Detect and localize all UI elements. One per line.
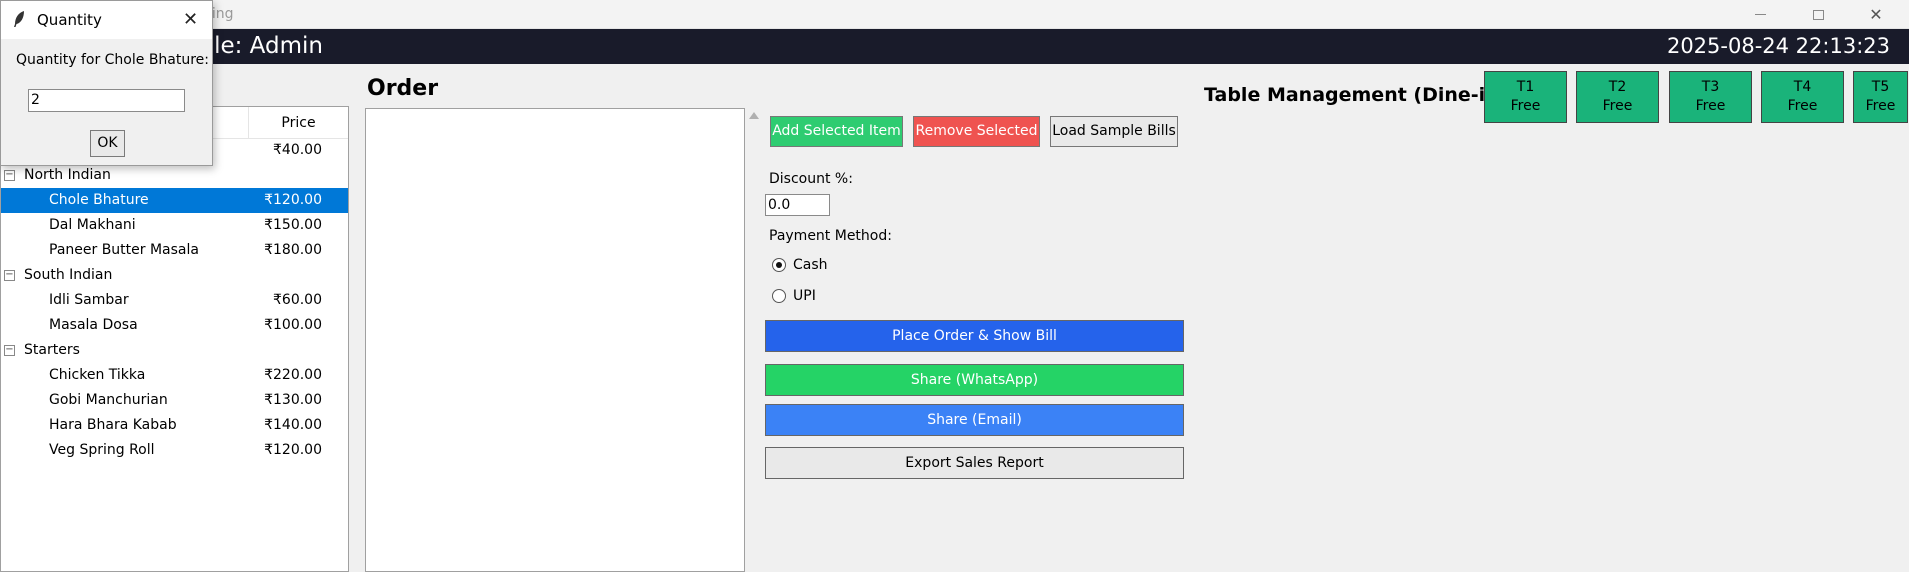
menu-item-name: Chole Bhature bbox=[49, 192, 149, 208]
table-status: Free bbox=[1865, 98, 1896, 114]
dialog-close-icon[interactable]: ✕ bbox=[183, 9, 198, 30]
menu-item-price: ₹120.00 bbox=[264, 192, 322, 208]
menu-item-price: ₹40.00 bbox=[273, 142, 322, 158]
quantity-input[interactable]: 2 bbox=[28, 89, 185, 112]
app-header: ole: Admin 2025-08-24 22:13:23 bbox=[0, 29, 1909, 64]
dialog-title: Quantity bbox=[37, 11, 102, 29]
remove-selected-button[interactable]: Remove Selected bbox=[913, 116, 1040, 147]
dialog-titlebar: Quantity ✕ bbox=[1, 1, 212, 39]
table-name: T5 bbox=[1871, 79, 1890, 95]
table-button-t3[interactable]: T3 Free bbox=[1669, 71, 1752, 123]
menu-item-row[interactable]: Veg Spring Roll ₹120.00 bbox=[1, 438, 348, 463]
discount-input[interactable]: 0.0 bbox=[765, 194, 830, 216]
share-whatsapp-button[interactable]: Share (WhatsApp) bbox=[765, 364, 1184, 396]
share-email-button[interactable]: Share (Email) bbox=[765, 404, 1184, 436]
menu-item-name: Veg Spring Roll bbox=[49, 442, 155, 458]
cash-radio-label[interactable]: Cash bbox=[793, 257, 828, 273]
menu-category-row[interactable]: − Starters bbox=[1, 338, 348, 363]
menu-item-name: Chicken Tikka bbox=[49, 367, 146, 383]
menu-item-price: ₹140.00 bbox=[264, 417, 322, 433]
menu-category-row[interactable]: − North Indian bbox=[1, 163, 348, 188]
menu-item-price: ₹100.00 bbox=[264, 317, 322, 333]
menu-item-name: Hara Bhara Kabab bbox=[49, 417, 177, 433]
minimize-button[interactable] bbox=[1737, 0, 1783, 29]
window-titlebar: ling ✕ bbox=[0, 0, 1909, 29]
price-column-header[interactable]: Price bbox=[248, 107, 348, 139]
menu-item-price: ₹120.00 bbox=[264, 442, 322, 458]
table-name: T4 bbox=[1793, 79, 1812, 95]
ok-button[interactable]: OK bbox=[90, 130, 125, 157]
menu-item-name: Masala Dosa bbox=[49, 317, 138, 333]
table-status: Free bbox=[1695, 98, 1726, 114]
table-status: Free bbox=[1787, 98, 1818, 114]
table-button-t5[interactable]: T5 Free bbox=[1853, 71, 1908, 123]
export-sales-report-button[interactable]: Export Sales Report bbox=[765, 447, 1184, 479]
menu-item-row[interactable]: Hara Bhara Kabab ₹140.00 bbox=[1, 413, 348, 438]
menu-tree[interactable]: Price Butter Naan₹40.00−North IndianChol… bbox=[0, 106, 349, 572]
add-selected-item-button[interactable]: Add Selected Item bbox=[770, 116, 903, 147]
payment-method-label: Payment Method: bbox=[769, 228, 892, 244]
order-title: Order bbox=[367, 76, 439, 101]
load-sample-bills-button[interactable]: Load Sample Bills bbox=[1050, 116, 1178, 147]
menu-item-row[interactable]: Idli Sambar ₹60.00 bbox=[1, 288, 348, 313]
cash-radio[interactable] bbox=[772, 258, 786, 272]
collapse-icon[interactable]: − bbox=[4, 170, 15, 181]
order-scrollbar[interactable] bbox=[745, 108, 762, 572]
place-order-button[interactable]: Place Order & Show Bill bbox=[765, 320, 1184, 352]
quantity-prompt: Quantity for Chole Bhature: bbox=[16, 52, 210, 68]
menu-item-row[interactable]: Paneer Butter Masala ₹180.00 bbox=[1, 238, 348, 263]
maximize-button[interactable] bbox=[1795, 0, 1841, 29]
discount-label: Discount %: bbox=[769, 171, 853, 187]
menu-item-row[interactable]: Chole Bhature ₹120.00 bbox=[1, 188, 348, 213]
menu-item-price: ₹130.00 bbox=[264, 392, 322, 408]
menu-item-row[interactable]: Masala Dosa ₹100.00 bbox=[1, 313, 348, 338]
menu-item-name: Idli Sambar bbox=[49, 292, 129, 308]
menu-category-row[interactable]: − South Indian bbox=[1, 263, 348, 288]
table-button-t4[interactable]: T4 Free bbox=[1761, 71, 1844, 123]
close-window-button[interactable]: ✕ bbox=[1853, 0, 1899, 29]
menu-item-name: Dal Makhani bbox=[49, 217, 136, 233]
datetime-display: 2025-08-24 22:13:23 bbox=[1666, 34, 1890, 58]
feather-icon bbox=[14, 11, 24, 27]
menu-item-price: ₹220.00 bbox=[264, 367, 322, 383]
menu-item-price: ₹180.00 bbox=[264, 242, 322, 258]
close-icon: ✕ bbox=[1869, 5, 1883, 24]
table-status: Free bbox=[1510, 98, 1541, 114]
menu-item-row[interactable]: Chicken Tikka ₹220.00 bbox=[1, 363, 348, 388]
user-role-label: ole: Admin bbox=[200, 33, 323, 59]
category-name: South Indian bbox=[24, 267, 113, 283]
menu-item-price: ₹60.00 bbox=[273, 292, 322, 308]
menu-item-row[interactable]: Gobi Manchurian ₹130.00 bbox=[1, 388, 348, 413]
scroll-up-arrow-icon[interactable] bbox=[749, 112, 759, 119]
table-button-t2[interactable]: T2 Free bbox=[1576, 71, 1659, 123]
quantity-dialog: Quantity ✕ Quantity for Chole Bhature: 2… bbox=[0, 0, 213, 166]
table-status: Free bbox=[1602, 98, 1633, 114]
table-name: T3 bbox=[1701, 79, 1720, 95]
menu-item-price: ₹150.00 bbox=[264, 217, 322, 233]
table-name: T1 bbox=[1516, 79, 1535, 95]
menu-item-name: Gobi Manchurian bbox=[49, 392, 168, 408]
upi-radio-label[interactable]: UPI bbox=[793, 288, 816, 304]
collapse-icon[interactable]: − bbox=[4, 345, 15, 356]
table-button-t1[interactable]: T1 Free bbox=[1484, 71, 1567, 123]
category-name: North Indian bbox=[24, 167, 111, 183]
table-management-title: Table Management (Dine-in) bbox=[1204, 84, 1508, 106]
order-list[interactable] bbox=[365, 108, 745, 572]
restore-icon bbox=[1812, 9, 1824, 20]
menu-item-name: Paneer Butter Masala bbox=[49, 242, 199, 258]
collapse-icon[interactable]: − bbox=[4, 270, 15, 281]
category-name: Starters bbox=[24, 342, 80, 358]
menu-item-row[interactable]: Dal Makhani ₹150.00 bbox=[1, 213, 348, 238]
minimize-icon bbox=[1754, 14, 1766, 15]
upi-radio[interactable] bbox=[772, 289, 786, 303]
table-name: T2 bbox=[1608, 79, 1627, 95]
